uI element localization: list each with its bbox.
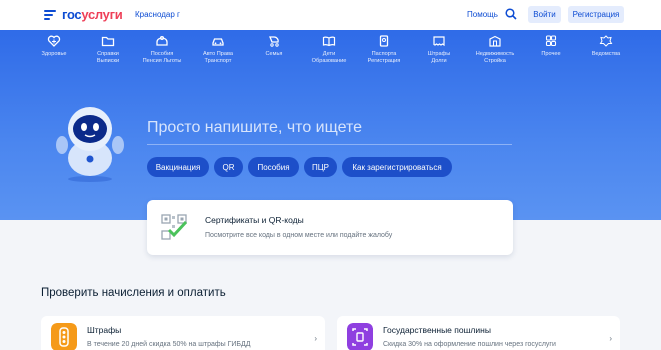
category-passports[interactable]: Паспорта Регистрация bbox=[354, 33, 414, 65]
state-duties-card[interactable]: Государственные пошлины Скидка 30% на оф… bbox=[337, 316, 620, 350]
duties-subtitle: Скидка 30% на оформление пошлин через го… bbox=[383, 341, 556, 348]
help-link[interactable]: Помощь bbox=[467, 10, 498, 19]
search-query-input[interactable]: Просто напишите, что ищете bbox=[147, 119, 362, 137]
passport-icon bbox=[379, 35, 389, 47]
category-realty[interactable]: Недвижимость Стройка bbox=[465, 33, 525, 65]
fines-subtitle: В течение 20 дней скидка 50% на штрафы Г… bbox=[87, 341, 251, 348]
emblem-icon bbox=[599, 35, 613, 47]
chip-pcr[interactable]: ПЦР bbox=[304, 157, 337, 177]
payments-section-title: Проверить начисления и оплатить bbox=[41, 287, 226, 299]
ticket-icon bbox=[433, 36, 445, 47]
category-benefits[interactable]: Пособия Пенсия Льготы bbox=[132, 33, 192, 65]
qr-code-icon bbox=[161, 214, 187, 240]
hero-banner: Здоровье Справки Выписки Пособия Пенсия Ль… bbox=[0, 30, 661, 220]
qr-card-subtitle: Посмотрите все коды в одном месте или по… bbox=[205, 232, 393, 239]
robot-assistant-icon[interactable] bbox=[52, 103, 128, 183]
menu-icon[interactable] bbox=[44, 10, 56, 20]
category-auto[interactable]: Авто Права Транспорт bbox=[188, 33, 248, 65]
traffic-light-icon bbox=[51, 323, 77, 350]
category-family[interactable]: Семья bbox=[244, 33, 304, 58]
receipt-icon bbox=[347, 323, 373, 350]
book-icon bbox=[322, 36, 336, 47]
gosuslugi-logo[interactable]: госуслуги bbox=[62, 7, 123, 22]
login-button[interactable]: Войти bbox=[528, 6, 561, 23]
category-health[interactable]: Здоровье bbox=[24, 33, 84, 58]
chip-benefits[interactable]: Пособия bbox=[248, 157, 299, 177]
heart-icon bbox=[47, 35, 61, 47]
grid-icon bbox=[545, 35, 557, 47]
car-icon bbox=[212, 38, 224, 46]
category-bar: Здоровье Справки Выписки Пособия Пенсия Ль… bbox=[0, 33, 661, 69]
chevron-right-icon: › bbox=[314, 334, 317, 343]
chip-vaccination[interactable]: Вакцинация bbox=[147, 157, 209, 177]
register-button[interactable]: Регистрация bbox=[568, 6, 624, 23]
benefits-icon bbox=[156, 35, 168, 46]
search-underline bbox=[147, 144, 512, 145]
category-other[interactable]: Прочее bbox=[521, 33, 581, 58]
category-fines[interactable]: Штрафы Долги bbox=[409, 33, 469, 65]
building-icon bbox=[489, 35, 501, 47]
search-icon[interactable] bbox=[505, 8, 517, 20]
qr-card-title: Сертификаты и QR-коды bbox=[205, 215, 304, 225]
top-header: госуслуги Краснодар г Помощь Войти Регис… bbox=[0, 0, 661, 30]
fines-card[interactable]: Штрафы В течение 20 дней скидка 50% на ш… bbox=[41, 316, 325, 350]
fines-title: Штрафы bbox=[87, 325, 122, 335]
category-agencies[interactable]: Ведомства bbox=[576, 33, 636, 58]
folder-icon bbox=[101, 36, 115, 47]
qr-certificates-card[interactable]: Сертификаты и QR-коды Посмотрите все код… bbox=[147, 200, 513, 255]
region-selector[interactable]: Краснодар г bbox=[135, 10, 180, 19]
category-documents[interactable]: Справки Выписки bbox=[78, 33, 138, 65]
chip-qr[interactable]: QR bbox=[214, 157, 243, 177]
duties-title: Государственные пошлины bbox=[383, 325, 491, 335]
chip-how-to-register[interactable]: Как зарегистрироваться bbox=[342, 157, 452, 177]
category-children[interactable]: Дети Образование bbox=[299, 33, 359, 65]
stroller-icon bbox=[269, 36, 279, 47]
chevron-right-icon: › bbox=[609, 334, 612, 343]
